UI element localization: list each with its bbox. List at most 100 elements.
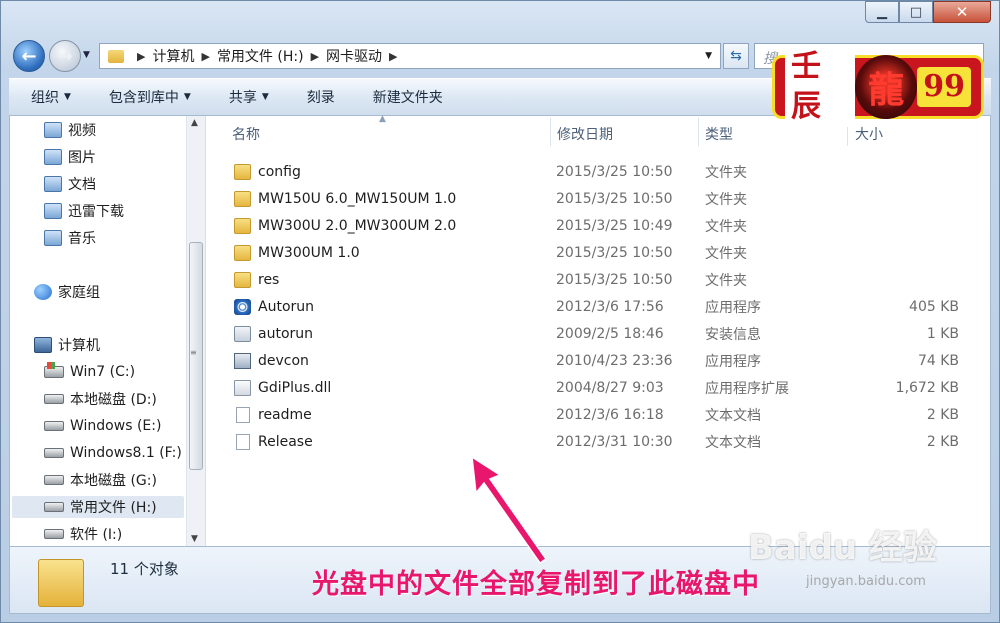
file-size: 2 KB — [926, 406, 959, 423]
column-header-name[interactable]: 名称 — [232, 124, 260, 144]
system-drive-icon — [44, 362, 64, 378]
sidebar-item-label: Win7 (C:) — [70, 364, 136, 380]
sidebar-item-label: 常用文件 (H:) — [70, 500, 157, 516]
file-type: 文件夹 — [705, 272, 747, 289]
column-divider[interactable] — [698, 118, 699, 146]
watermark-url: jingyan.baidu.com — [806, 574, 926, 589]
file-row[interactable]: MW300U 2.0_MW300UM 2.0 2015/3/25 10:49 文… — [207, 212, 990, 239]
file-type: 应用程序 — [705, 299, 761, 316]
text-file-icon — [236, 433, 250, 450]
column-header-size[interactable]: 大小 — [855, 124, 883, 144]
file-row[interactable]: res 2015/3/25 10:50 文件夹 — [207, 266, 990, 293]
sidebar-item-thunder-downloads[interactable]: 迅雷下载 — [44, 200, 124, 222]
music-library-icon — [44, 230, 62, 246]
file-size: 1 KB — [926, 325, 959, 342]
column-divider[interactable] — [550, 118, 551, 146]
new-folder-button[interactable]: 新建文件夹 — [373, 87, 443, 107]
sidebar-item-drive-c[interactable]: Win7 (C:) — [44, 361, 135, 383]
file-type: 文件夹 — [705, 218, 747, 235]
sidebar-item-drive-i[interactable]: 软件 (I:) — [44, 523, 122, 545]
drive-icon — [44, 448, 64, 458]
sidebar-item-label: 图片 — [68, 150, 96, 166]
sidebar-item-drive-d[interactable]: 本地磁盘 (D:) — [44, 388, 157, 410]
drive-icon — [44, 529, 64, 539]
address-dropdown-icon[interactable]: ▼ — [705, 51, 712, 61]
sidebar-item-pictures[interactable]: 图片 — [44, 146, 96, 168]
share-menu[interactable]: 共享 ▼ — [229, 87, 269, 107]
sidebar-item-drive-e[interactable]: Windows (E:) — [44, 415, 161, 437]
include-in-library-label: 包含到库中 — [108, 90, 179, 106]
file-row[interactable]: config 2015/3/25 10:50 文件夹 — [207, 158, 990, 185]
share-label: 共享 — [228, 90, 257, 106]
column-header-date[interactable]: 修改日期 — [557, 124, 613, 144]
logo-right-text: 99 — [917, 67, 971, 107]
forward-button[interactable]: → — [49, 40, 81, 72]
watermark-text: Baidu 经验 — [748, 528, 937, 568]
drive-icon — [44, 421, 64, 431]
file-row[interactable]: MW300UM 1.0 2015/3/25 10:50 文件夹 — [207, 239, 990, 266]
sidebar-scrollbar[interactable]: ▲ ≡ ▼ — [186, 116, 205, 546]
file-size: 74 KB — [917, 352, 959, 369]
file-type: 文本文档 — [705, 407, 761, 424]
folder-icon — [234, 190, 251, 207]
sidebar-item-drive-f[interactable]: Windows8.1 (F:) — [44, 442, 182, 464]
navigation-pane: 视频 图片 文档 迅雷下载 音乐 家庭组 计算机 Win7 (C:) 本地磁盘 … — [10, 116, 206, 546]
breadcrumb-separator-icon[interactable]: ▶ — [137, 50, 145, 63]
sidebar-item-drive-g[interactable]: 本地磁盘 (G:) — [44, 469, 157, 491]
file-row[interactable]: autorun 2009/2/5 18:46 安装信息 1 KB — [207, 320, 990, 347]
file-name: readme — [258, 406, 312, 423]
burn-button[interactable]: 刻录 — [307, 87, 335, 107]
breadcrumb-separator-icon[interactable]: ▶ — [201, 50, 209, 63]
breadcrumb-separator-icon[interactable]: ▶ — [311, 50, 319, 63]
file-row[interactable]: Release 2012/3/31 10:30 文本文档 2 KB — [207, 428, 990, 455]
homegroup-icon — [34, 284, 52, 300]
include-in-library-menu[interactable]: 包含到库中 ▼ — [109, 87, 191, 107]
caption-buttons: ▁ □ ✕ — [865, 1, 991, 25]
minimize-button[interactable]: ▁ — [865, 1, 899, 23]
close-button[interactable]: ✕ — [933, 1, 991, 23]
sidebar-item-label: 本地磁盘 (G:) — [70, 473, 157, 489]
maximize-button[interactable]: □ — [899, 1, 933, 23]
sidebar-item-drive-h[interactable]: 常用文件 (H:) — [12, 496, 184, 518]
organize-menu[interactable]: 组织 ▼ — [31, 87, 71, 107]
address-bar[interactable]: ▶ 计算机 ▶ 常用文件 (H:) ▶ 网卡驱动 ▶ ▼ — [99, 43, 721, 69]
file-row[interactable]: GdiPlus.dll 2004/8/27 9:03 应用程序扩展 1,672 … — [207, 374, 990, 401]
column-header-type[interactable]: 类型 — [705, 124, 733, 144]
folder-icon — [38, 559, 84, 607]
breadcrumb-separator-icon[interactable]: ▶ — [389, 50, 397, 63]
sidebar-item-videos[interactable]: 视频 — [44, 119, 96, 141]
scroll-down-icon[interactable]: ▼ — [191, 534, 198, 544]
sidebar-item-documents[interactable]: 文档 — [44, 173, 96, 195]
file-row[interactable]: readme 2012/3/6 16:18 文本文档 2 KB — [207, 401, 990, 428]
app-icon — [234, 298, 251, 315]
sidebar-item-label: 家庭组 — [58, 285, 100, 301]
drive-icon — [44, 394, 64, 404]
breadcrumb-drive-h[interactable]: 常用文件 (H:) — [217, 46, 304, 66]
folder-icon — [234, 271, 251, 288]
file-row[interactable]: devcon 2010/4/23 23:36 应用程序 74 KB — [207, 347, 990, 374]
file-size: 2 KB — [926, 433, 959, 450]
drive-icon — [44, 475, 64, 485]
scroll-up-icon[interactable]: ▲ — [191, 118, 198, 128]
sidebar-item-music[interactable]: 音乐 — [44, 227, 96, 249]
computer-icon — [34, 337, 52, 353]
sidebar-item-homegroup[interactable]: 家庭组 — [34, 281, 100, 303]
sidebar-item-label: 视频 — [68, 123, 96, 139]
sidebar-item-label: 本地磁盘 (D:) — [70, 392, 157, 408]
file-date: 2015/3/25 10:50 — [556, 244, 673, 261]
file-row[interactable]: Autorun 2012/3/6 17:56 应用程序 405 KB — [207, 293, 990, 320]
file-name: MW150U 6.0_MW150UM 1.0 — [258, 190, 457, 207]
sidebar-item-computer[interactable]: 计算机 — [34, 334, 100, 356]
column-header-row: ▲ 名称 修改日期 类型 大小 — [207, 114, 990, 148]
file-date: 2012/3/6 17:56 — [556, 298, 664, 315]
refresh-button[interactable]: ⇆ — [723, 43, 749, 69]
recent-pages-dropdown-icon[interactable]: ▼ — [83, 50, 90, 60]
breadcrumb-current-folder[interactable]: 网卡驱动 — [326, 46, 382, 66]
file-row[interactable]: MW150U 6.0_MW150UM 1.0 2015/3/25 10:50 文… — [207, 185, 990, 212]
file-name: autorun — [258, 325, 314, 342]
file-date: 2015/3/25 10:50 — [556, 271, 673, 288]
chevron-down-icon: ▼ — [64, 92, 71, 102]
breadcrumb-computer[interactable]: 计算机 — [152, 46, 194, 66]
drive-icon — [44, 502, 64, 512]
back-button[interactable]: ← — [13, 40, 45, 72]
